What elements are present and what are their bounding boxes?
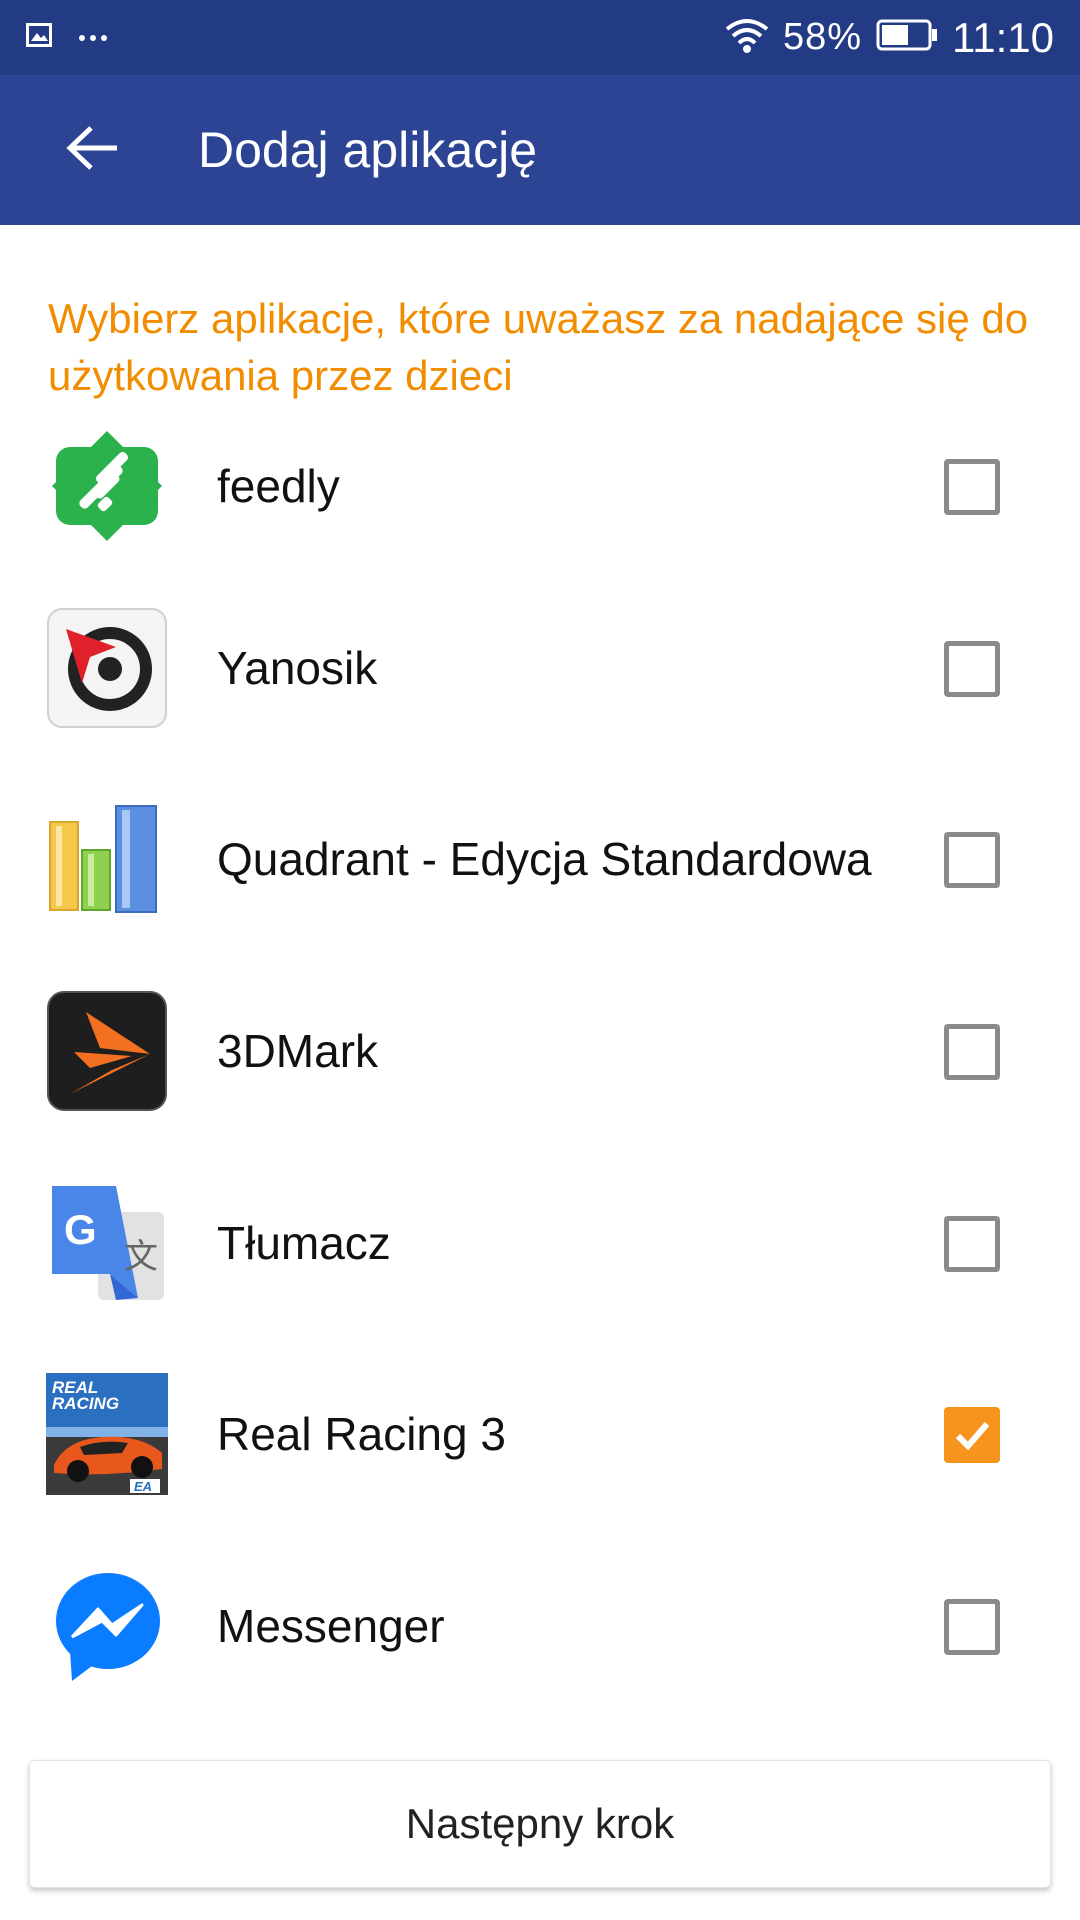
list-item[interactable]: Yanosik [0, 607, 1080, 799]
page-title: Dodaj aplikację [198, 122, 538, 178]
list-item[interactable]: G 文 Tłumacz [0, 1182, 1080, 1374]
messenger-icon [46, 1565, 168, 1687]
status-bar: 58% 11:10 [0, 0, 1080, 75]
app-name: Messenger [217, 1600, 445, 1652]
checkmark-icon [955, 1422, 990, 1451]
app-checkbox[interactable] [944, 459, 1000, 515]
arrow-left-icon [65, 125, 119, 176]
yanosik-icon [46, 607, 168, 729]
app-checkbox[interactable] [944, 1599, 1000, 1655]
app-checkbox[interactable] [944, 641, 1000, 697]
app-name: Yanosik [217, 642, 378, 694]
list-item[interactable]: 3DMark [0, 990, 1080, 1182]
battery-percent: 58% [782, 16, 862, 58]
back-button[interactable] [32, 90, 152, 210]
list-item[interactable]: REAL RACING EA Real Racing 3 [0, 1373, 1080, 1565]
next-step-button[interactable]: Następny krok [29, 1760, 1051, 1888]
app-name: feedly [217, 460, 340, 512]
svg-text:文: 文 [124, 1237, 158, 1277]
app-checkbox[interactable] [944, 832, 1000, 888]
list-item[interactable]: feedly [0, 425, 1080, 617]
status-left [26, 23, 108, 52]
wifi-icon [725, 17, 769, 58]
instruction-text: Wybierz aplikacje, które uważasz za nada… [48, 295, 1029, 399]
status-right: 58% 11:10 [725, 14, 1054, 62]
list-item[interactable]: Messenger [0, 1565, 1080, 1757]
app-bar: Dodaj aplikację [0, 75, 1080, 225]
app-name: 3DMark [217, 1025, 379, 1077]
3dmark-icon [46, 990, 168, 1112]
real-racing-icon: REAL RACING EA [46, 1373, 168, 1495]
app-checkbox[interactable] [944, 1024, 1000, 1080]
quadrant-icon [46, 798, 168, 920]
svg-text:EA: EA [134, 1479, 152, 1494]
battery-icon [876, 19, 938, 56]
translate-icon: G 文 [46, 1182, 168, 1304]
feedly-icon [46, 425, 168, 547]
app-checkbox[interactable] [944, 1407, 1000, 1463]
app-name: Tłumacz [217, 1217, 391, 1269]
svg-text:RACING: RACING [52, 1394, 119, 1413]
more-dots-icon [78, 29, 108, 47]
svg-text:G: G [64, 1206, 97, 1253]
status-time: 11:10 [952, 13, 1054, 61]
app-name: Quadrant - Edycja Standardowa [217, 833, 872, 885]
gallery-icon [26, 23, 52, 52]
list-item[interactable]: Quadrant - Edycja Standardowa [0, 798, 1080, 990]
app-checkbox[interactable] [944, 1216, 1000, 1272]
app-name: Real Racing 3 [217, 1408, 506, 1460]
